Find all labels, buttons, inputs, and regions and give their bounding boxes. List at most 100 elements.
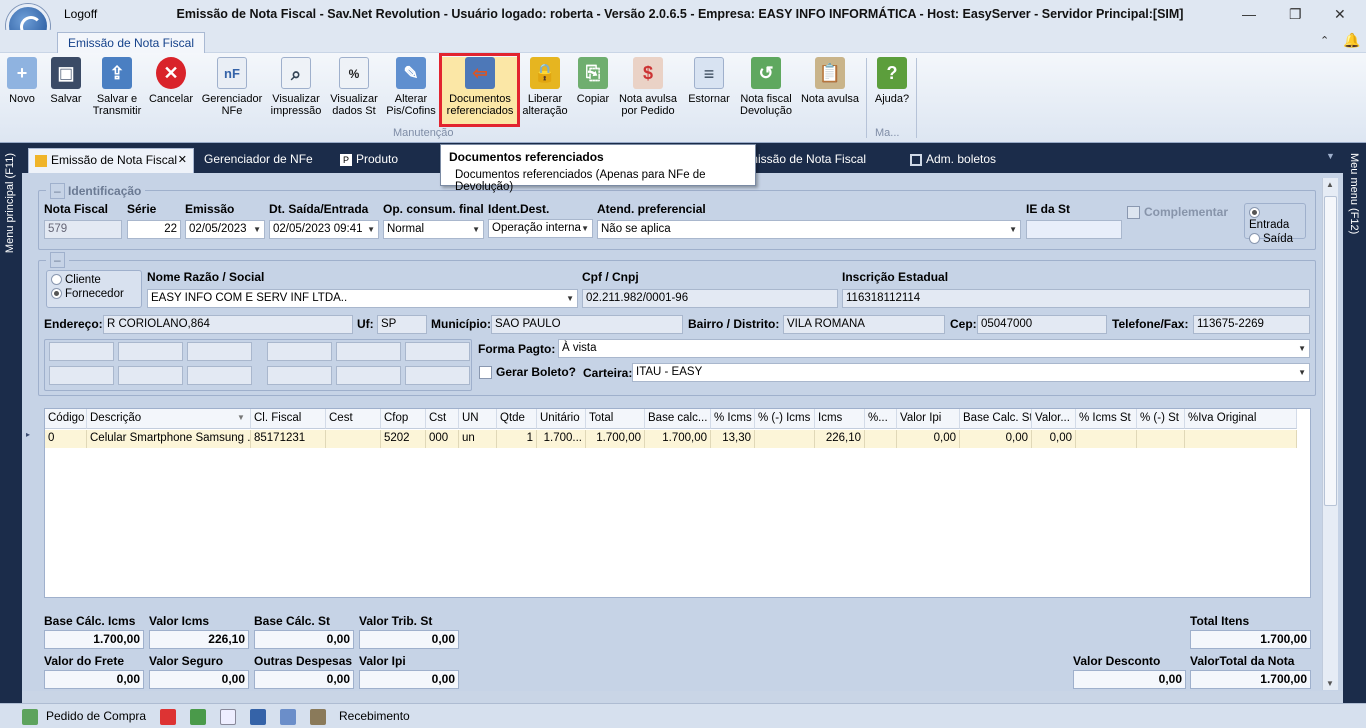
nfe-small-icon[interactable] xyxy=(250,709,266,725)
entrada-radio[interactable]: Entrada xyxy=(1249,207,1301,231)
grid-header[interactable]: Unitário xyxy=(537,409,586,429)
grid-cell[interactable] xyxy=(1185,430,1297,448)
ribbon-collapse-icon[interactable]: ⌃ xyxy=(1320,34,1329,47)
pedido-compra-icon[interactable] xyxy=(22,709,38,725)
tab-gerenciador-nfe[interactable]: Gerenciador de NFe xyxy=(198,148,328,173)
vertical-scrollbar[interactable]: ▲ ▼ xyxy=(1322,178,1338,690)
minimize-button[interactable]: — xyxy=(1242,6,1256,22)
info-box[interactable] xyxy=(267,366,332,385)
grid-cell[interactable]: 0,00 xyxy=(960,430,1032,448)
nota-avulsa-pedido-button[interactable]: $ Nota avulsa por Pedido xyxy=(616,57,680,127)
cpf-field[interactable]: 02.211.982/0001-96 xyxy=(582,289,838,308)
grid-cell[interactable] xyxy=(326,430,381,448)
copiar-button[interactable]: ⎘ Copiar xyxy=(574,57,612,127)
grid-header[interactable]: Qtde xyxy=(497,409,537,429)
grid-header[interactable]: %Iva Original xyxy=(1185,409,1297,429)
emissao-date-picker[interactable]: 02/05/2023 xyxy=(185,220,265,239)
grid-cell[interactable]: 1.700... xyxy=(537,430,586,448)
tab-adm-boletos[interactable]: Adm. boletos xyxy=(904,148,1004,173)
grid-header[interactable]: Cfop xyxy=(381,409,426,429)
grid-cell[interactable] xyxy=(755,430,815,448)
serie-field[interactable]: 22 xyxy=(127,220,181,239)
grid-cell[interactable]: 1 xyxy=(497,430,537,448)
dt-saida-picker[interactable]: 02/05/2023 09:41 xyxy=(269,220,379,239)
info-box[interactable] xyxy=(49,342,114,361)
grid-cell[interactable]: Celular Smartphone Samsung ... xyxy=(87,430,251,448)
grid-cell[interactable]: 0,00 xyxy=(897,430,960,448)
ie-st-field[interactable] xyxy=(1026,220,1122,239)
tab-emissao-nota-fiscal-2[interactable]: Emissão de Nota Fiscal xyxy=(734,148,884,173)
grid-header[interactable]: % (-) St xyxy=(1137,409,1185,429)
nota-avulsa-button[interactable]: 📋 Nota avulsa xyxy=(798,57,862,127)
tab-produto[interactable]: P Produto xyxy=(334,148,424,173)
ajuda-button[interactable]: ? Ajuda? xyxy=(872,57,912,127)
grid-header[interactable]: Valor... xyxy=(1032,409,1076,429)
forma-pagto-select[interactable]: À vista xyxy=(558,339,1310,358)
grid-cell[interactable] xyxy=(1076,430,1137,448)
close-button[interactable]: ✕ xyxy=(1334,6,1346,23)
grid-cell[interactable]: 1.700,00 xyxy=(645,430,711,448)
nota-fiscal-devolucao-button[interactable]: ↺ Nota fiscal Devolução xyxy=(738,57,794,127)
grid-cell[interactable]: 13,30 xyxy=(711,430,755,448)
grid-cell[interactable]: 000 xyxy=(426,430,459,448)
grid-header[interactable]: Descrição xyxy=(87,409,251,429)
grid-cell[interactable] xyxy=(1137,430,1185,448)
visualizar-dados-st-button[interactable]: % Visualizar dados St xyxy=(328,57,380,127)
visualizar-impressao-button[interactable]: ⌕ Visualizar impressão xyxy=(268,57,324,127)
telefone-field[interactable]: 113675-2269 xyxy=(1193,315,1310,334)
info-box[interactable] xyxy=(118,366,183,385)
receipt-people-icon[interactable] xyxy=(310,709,326,725)
tab-close-icon[interactable]: ✕ xyxy=(178,149,187,171)
report-green-icon[interactable] xyxy=(190,709,206,725)
scroll-down-icon[interactable]: ▼ xyxy=(1326,679,1334,688)
destinatario-collapse-icon[interactable]: – xyxy=(46,252,69,268)
grid-cell[interactable]: 0 xyxy=(45,430,87,448)
grid-header[interactable]: Icms xyxy=(815,409,865,429)
tabs-dropdown-icon[interactable]: ▼ xyxy=(1326,151,1335,161)
cep-field[interactable]: 05047000 xyxy=(977,315,1107,334)
ribbon-tab-emissao[interactable]: Emissão de Nota Fiscal xyxy=(57,32,205,54)
grid-header[interactable]: % Icms xyxy=(711,409,755,429)
grid-header[interactable]: Código xyxy=(45,409,87,429)
gerar-boleto-checkbox[interactable]: Gerar Boleto? xyxy=(479,365,576,380)
uf-field[interactable]: SP xyxy=(377,315,427,334)
grid-header[interactable]: % Icms St xyxy=(1076,409,1137,429)
info-box[interactable] xyxy=(336,366,401,385)
grid-cell[interactable] xyxy=(865,430,897,448)
nome-select[interactable]: EASY INFO COM E SERV INF LTDA.. xyxy=(147,289,578,308)
grid-header[interactable]: Cest xyxy=(326,409,381,429)
op-consumo-select[interactable]: Normal xyxy=(383,220,484,239)
fornecedor-radio[interactable]: Fornecedor xyxy=(51,288,137,300)
estornar-button[interactable]: ≡ Estornar xyxy=(684,57,734,127)
grid-cell[interactable]: 5202 xyxy=(381,430,426,448)
gerenciador-nfe-button[interactable]: nF Gerenciador NFe xyxy=(200,57,264,127)
grid-header[interactable]: Valor Ipi xyxy=(897,409,960,429)
scroll-thumb[interactable] xyxy=(1324,196,1337,506)
ident-dest-select[interactable]: Operação interna xyxy=(488,219,593,238)
grid-header[interactable]: Base Calc. St xyxy=(960,409,1032,429)
left-menu-pane[interactable]: Menu principal (F11) xyxy=(0,143,22,703)
municipio-field[interactable]: SAO PAULO xyxy=(491,315,683,334)
right-menu-pane[interactable]: Meu menu (F12) xyxy=(1343,143,1366,703)
tab-emissao-nota-fiscal[interactable]: Emissão de Nota Fiscal ✕ xyxy=(28,148,194,173)
pedido-compra-link[interactable]: Pedido de Compra xyxy=(46,709,146,723)
grid-cell[interactable]: 85171231 xyxy=(251,430,326,448)
bairro-field[interactable]: VILA ROMANA xyxy=(783,315,945,334)
grid-header[interactable]: % (-) Icms xyxy=(755,409,815,429)
scroll-up-icon[interactable]: ▲ xyxy=(1326,180,1334,189)
grid-header[interactable]: UN xyxy=(459,409,497,429)
atend-pref-select[interactable]: Não se aplica xyxy=(597,220,1021,239)
novo-button[interactable]: + Novo xyxy=(4,57,40,127)
grid-cell[interactable]: 0,00 xyxy=(1032,430,1076,448)
grid-cell[interactable]: 226,10 xyxy=(815,430,865,448)
alterar-pis-cofins-button[interactable]: ✎ Alterar Pis/Cofins xyxy=(384,57,438,127)
info-box[interactable] xyxy=(187,366,252,385)
grid-header[interactable]: Cl. Fiscal xyxy=(251,409,326,429)
endereco-field[interactable]: R CORIOLANO,864 xyxy=(103,315,353,334)
notification-bell-icon[interactable]: 🔔 xyxy=(1343,32,1360,49)
grid-header[interactable]: Cst xyxy=(426,409,459,429)
document-icon[interactable] xyxy=(220,709,236,725)
carteira-select[interactable]: ITAU - EASY xyxy=(632,363,1310,382)
product-add-icon[interactable] xyxy=(280,709,296,725)
items-grid[interactable]: Código 0 Descrição Celular Smartphone Samsu… xyxy=(44,408,1311,598)
